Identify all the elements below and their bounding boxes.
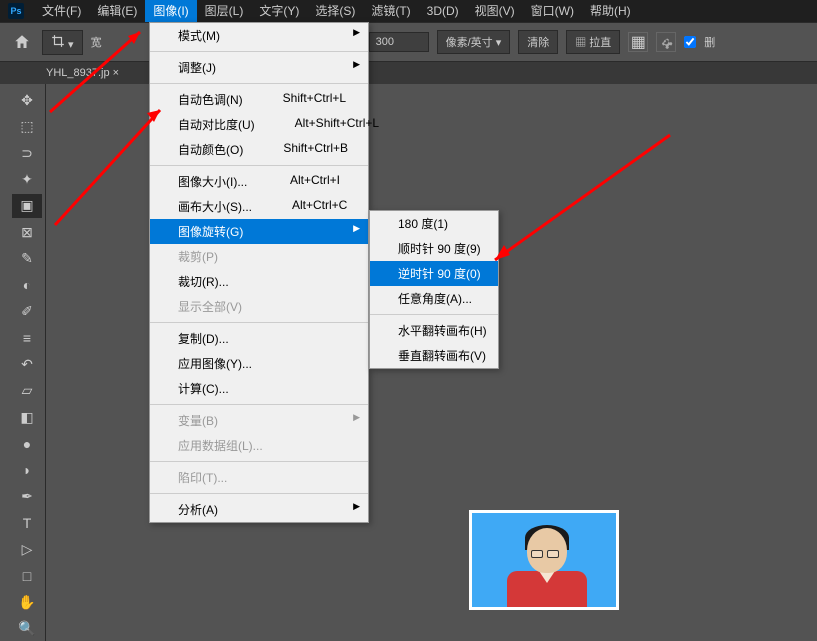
dodge-tool[interactable]: ◗ — [12, 458, 42, 482]
menu-图层l[interactable]: 图层(L) — [197, 0, 252, 22]
rotate-submenu-dropdown: 180 度(1)顺时针 90 度(9)逆时针 90 度(0)任意角度(A)...… — [369, 210, 499, 369]
rotate-menu-item[interactable]: 顺时针 90 度(9) — [370, 236, 498, 261]
frame-tool[interactable]: ⊠ — [12, 220, 42, 244]
pen-tool[interactable]: ✒ — [12, 484, 42, 508]
image-menu-item[interactable]: 应用图像(Y)... — [150, 351, 368, 376]
brush-tool[interactable]: ✐ — [12, 299, 42, 323]
rotate-menu-item[interactable]: 任意角度(A)... — [370, 286, 498, 311]
gradient-tool[interactable]: ◧ — [12, 405, 42, 429]
resolution-input[interactable]: 300 — [369, 32, 429, 52]
gear-icon[interactable] — [656, 32, 676, 52]
image-menu-dropdown: 模式(M)▶ 调整(J)▶ 自动色调(N)Shift+Ctrl+L自动对比度(U)A… — [149, 22, 369, 523]
image-menu-item[interactable]: 图像旋转(G)▶ — [150, 219, 368, 244]
unit-dropdown[interactable]: 像素/英寸 ▾ — [437, 30, 511, 54]
menu-文字y[interactable]: 文字(Y) — [251, 0, 307, 22]
crop-tool[interactable]: ▣ — [12, 194, 42, 218]
rotate-menu-item[interactable]: 垂直翻转画布(V) — [370, 343, 498, 368]
healing-tool[interactable]: ◐ — [12, 273, 42, 297]
image-menu-item[interactable]: 自动颜色(O)Shift+Ctrl+B — [150, 137, 368, 162]
history-tool[interactable]: ↶ — [12, 352, 42, 376]
image-menu-item[interactable]: 自动色调(N)Shift+Ctrl+L — [150, 87, 368, 112]
menu-视图v[interactable]: 视图(V) — [467, 0, 523, 22]
wand-tool[interactable]: ✦ — [12, 167, 42, 191]
zoom-tool[interactable]: 🔍 — [12, 616, 42, 640]
lasso-tool[interactable]: ⊃ — [12, 141, 42, 165]
width-label: 宽 — [91, 34, 102, 50]
image-menu-item: 陷印(T)... — [150, 465, 368, 490]
image-menu-item: 应用数据组(L)... — [150, 433, 368, 458]
image-menu-item[interactable]: 画布大小(S)...Alt+Ctrl+C — [150, 194, 368, 219]
clear-button[interactable]: 清除 — [518, 30, 558, 54]
canvas-photo — [469, 510, 619, 610]
titlebar: Ps 文件(F)编辑(E)图像(I)图层(L)文字(Y)选择(S)滤镜(T)3D… — [0, 0, 817, 22]
image-menu-item[interactable]: 自动对比度(U)Alt+Shift+Ctrl+L — [150, 112, 368, 137]
delete-checkbox[interactable] — [684, 36, 696, 48]
image-menu-item[interactable]: 分析(A)▶ — [150, 497, 368, 522]
eyedropper-tool[interactable]: ✎ — [12, 247, 42, 271]
tools-panel: ✥⬚ ⊃✦ ▣⊠ ✎◐✐ ≡↶ ▱◧● ◗✒ T▷ □✋🔍 — [10, 84, 46, 641]
menu-3dd[interactable]: 3D(D) — [419, 0, 467, 22]
tab-bar: YHL_8937.jp × — [0, 62, 817, 84]
image-menu-item: 裁剪(P) — [150, 244, 368, 269]
menu-帮助h[interactable]: 帮助(H) — [582, 0, 639, 22]
menu-编辑e[interactable]: 编辑(E) — [89, 0, 145, 22]
options-bar: ▾ 宽 米 300 像素/英寸 ▾ 清除 ▦ 拉直 ▦ 删 — [0, 22, 817, 62]
stamp-tool[interactable]: ≡ — [12, 326, 42, 350]
menu-选择s[interactable]: 选择(S) — [307, 0, 363, 22]
image-menu-item: 显示全部(V) — [150, 294, 368, 319]
image-menu-item[interactable]: 计算(C)... — [150, 376, 368, 401]
eraser-tool[interactable]: ▱ — [12, 379, 42, 403]
rotate-menu-item[interactable]: 水平翻转画布(H) — [370, 318, 498, 343]
image-menu-item[interactable]: 模式(M)▶ — [150, 23, 368, 48]
ps-logo-icon: Ps — [8, 3, 24, 19]
menu-文件f[interactable]: 文件(F) — [34, 0, 89, 22]
menu-窗口w[interactable]: 窗口(W) — [523, 0, 582, 22]
menu-图像i[interactable]: 图像(I) — [145, 0, 196, 22]
menu-滤镜t[interactable]: 滤镜(T) — [363, 0, 418, 22]
crop-tool-preset[interactable]: ▾ — [42, 30, 83, 55]
path-tool[interactable]: ▷ — [12, 537, 42, 561]
image-menu-item[interactable]: 调整(J)▶ — [150, 55, 368, 80]
image-menu-item[interactable]: 图像大小(I)...Alt+Ctrl+I — [150, 169, 368, 194]
home-icon[interactable] — [10, 30, 34, 54]
blur-tool[interactable]: ● — [12, 431, 42, 455]
image-menu-item[interactable]: 裁切(R)... — [150, 269, 368, 294]
move-tool[interactable]: ✥ — [12, 88, 42, 112]
hand-tool[interactable]: ✋ — [12, 590, 42, 614]
document-tab[interactable]: YHL_8937.jp × — [36, 62, 129, 84]
grid-icon[interactable]: ▦ — [628, 32, 648, 52]
rotate-menu-item[interactable]: 180 度(1) — [370, 211, 498, 236]
image-menu-item: 变量(B)▶ — [150, 408, 368, 433]
rotate-menu-item[interactable]: 逆时针 90 度(0) — [370, 261, 498, 286]
straighten-button[interactable]: ▦ 拉直 — [566, 30, 620, 54]
type-tool[interactable]: T — [12, 511, 42, 535]
marquee-tool[interactable]: ⬚ — [12, 114, 42, 138]
rect-tool[interactable]: □ — [12, 564, 42, 588]
image-menu-item[interactable]: 复制(D)... — [150, 326, 368, 351]
delete-label: 删 — [704, 34, 715, 50]
